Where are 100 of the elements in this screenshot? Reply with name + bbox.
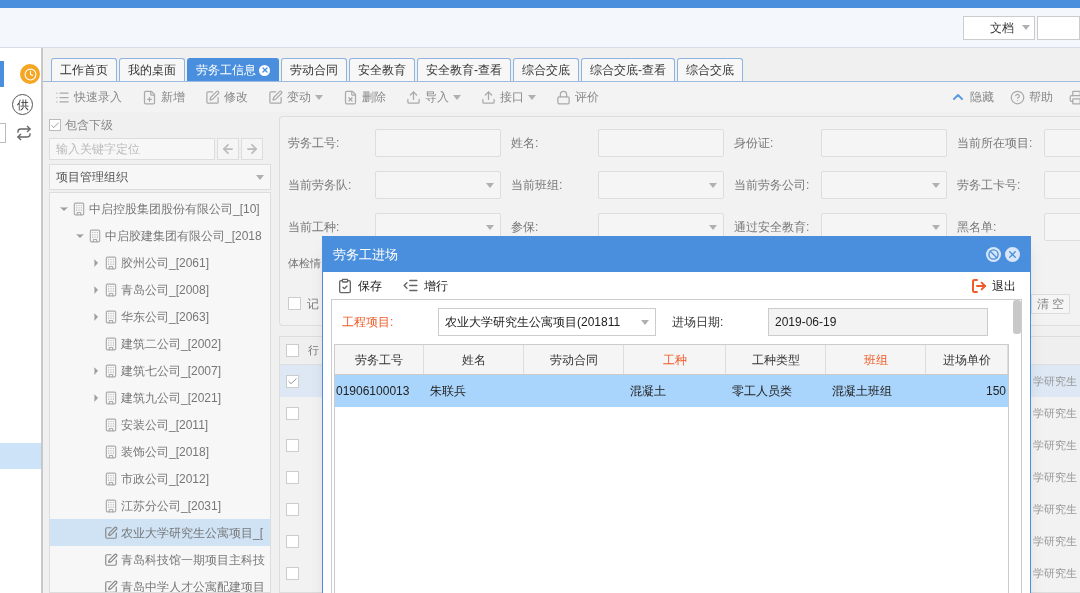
tree-item[interactable]: 建筑七公司_[2007] bbox=[50, 357, 270, 384]
building-icon bbox=[104, 336, 118, 351]
toolbar-button[interactable]: 新增 bbox=[142, 88, 185, 106]
tab[interactable]: 综合交底-查看 bbox=[581, 58, 675, 81]
tree-item[interactable]: 中启胶建集团有限公司_[2018 bbox=[50, 222, 270, 249]
column-header[interactable]: 工种 bbox=[624, 345, 726, 374]
lock-icon bbox=[556, 89, 571, 105]
row-checkbox[interactable] bbox=[286, 438, 299, 452]
caret-icon bbox=[1022, 25, 1030, 30]
input-field[interactable] bbox=[375, 129, 501, 157]
tab[interactable]: 劳动合同 bbox=[281, 58, 347, 81]
field-label: 进场日期: bbox=[672, 314, 725, 331]
field-label: 工程项目: bbox=[342, 314, 395, 331]
rail-field[interactable] bbox=[0, 123, 6, 143]
column-header[interactable]: 姓名 bbox=[424, 345, 524, 374]
tree-item[interactable]: 农业大学研究生公寓项目_[ bbox=[50, 519, 270, 546]
tree-item[interactable]: 建筑二公司_[2002] bbox=[50, 330, 270, 357]
table-cell-text: 01906100013 bbox=[335, 383, 411, 400]
table-row[interactable]: 01906100013 朱联兵 混凝土 零工人员类 混凝土班组 150 bbox=[335, 375, 1008, 407]
tree-item[interactable]: 青岛公司_[2008] bbox=[50, 276, 270, 303]
restore-icon[interactable] bbox=[986, 247, 1001, 263]
date-field[interactable]: 2019-06-19 bbox=[768, 308, 988, 336]
table-cell-text: 学研究生 bbox=[1033, 565, 1077, 581]
exit-button[interactable]: 退出 bbox=[971, 276, 1016, 295]
field-label: 当前所在项目: bbox=[957, 135, 1034, 152]
toolbar-button[interactable]: 接口 bbox=[481, 88, 536, 106]
tab[interactable]: 劳务工信息 bbox=[187, 58, 279, 81]
toolbar-button[interactable]: 隐藏 bbox=[950, 88, 994, 106]
select-field[interactable] bbox=[598, 171, 724, 199]
field-label: 劳务工号: bbox=[288, 135, 341, 152]
toolbar-button[interactable]: 变动 bbox=[268, 88, 323, 106]
tree-item[interactable]: 青岛科技馆一期项目主科技 bbox=[50, 546, 270, 573]
table-cell-text: 学研究生 bbox=[1033, 469, 1077, 485]
column-header[interactable]: 班组 bbox=[826, 345, 926, 374]
clear-button[interactable]: 清 空 bbox=[1030, 293, 1070, 314]
select-field[interactable] bbox=[375, 171, 501, 199]
building-icon bbox=[104, 390, 118, 405]
print-icon[interactable] bbox=[1069, 89, 1080, 105]
row-checkbox[interactable] bbox=[286, 470, 299, 484]
rail-highlight[interactable] bbox=[0, 443, 41, 469]
caret-icon bbox=[256, 174, 264, 180]
tab[interactable]: 安全教育-查看 bbox=[417, 58, 511, 81]
tab[interactable]: 工作首页 bbox=[51, 58, 117, 81]
toolbar-button[interactable]: 快速录入 bbox=[55, 88, 122, 106]
field-label: 参保: bbox=[511, 219, 540, 236]
select-field[interactable] bbox=[821, 171, 947, 199]
toolbar-button[interactable]: 评价 bbox=[556, 88, 599, 106]
close-icon[interactable] bbox=[1005, 247, 1020, 263]
include-sub-checkbox[interactable]: 包含下级 bbox=[49, 114, 271, 136]
tree-item[interactable]: 江苏分公司_[2031] bbox=[50, 492, 270, 519]
field-label: 黑名单: bbox=[957, 219, 998, 236]
toolbar-button[interactable]: 帮助 bbox=[1010, 88, 1053, 106]
tree-item[interactable]: 安装公司_[2011] bbox=[50, 411, 270, 438]
column-header[interactable]: 劳务工号 bbox=[335, 345, 424, 374]
tab[interactable]: 安全教育 bbox=[349, 58, 415, 81]
row-checkbox[interactable] bbox=[286, 534, 299, 548]
building-icon bbox=[104, 444, 118, 459]
building-icon bbox=[104, 471, 118, 486]
column-header[interactable]: 工种类型 bbox=[726, 345, 826, 374]
field-label: 当前班组: bbox=[511, 177, 564, 194]
project-select[interactable]: 农业大学研究生公寓项目(201811 bbox=[438, 308, 656, 336]
table-cell-text: 零工人员类 bbox=[731, 383, 793, 400]
row-checkbox[interactable] bbox=[286, 566, 299, 580]
option-checkbox[interactable]: 记 bbox=[288, 294, 319, 313]
toolbar-button[interactable]: 增行 bbox=[402, 276, 448, 295]
toolbar-button[interactable]: 导入 bbox=[406, 88, 461, 106]
column-header[interactable]: 劳动合同 bbox=[524, 345, 624, 374]
tree-item[interactable]: 青岛中学人才公寓配建项目 bbox=[50, 573, 270, 592]
tree-item[interactable]: 建筑九公司_[2021] bbox=[50, 384, 270, 411]
row-checkbox[interactable] bbox=[286, 406, 299, 420]
tab[interactable]: 我的桌面 bbox=[119, 58, 185, 81]
row-checkbox[interactable] bbox=[286, 502, 299, 516]
next-button[interactable] bbox=[241, 138, 263, 160]
toolbar-button[interactable]: 保存 bbox=[337, 276, 382, 295]
list-icon bbox=[55, 89, 70, 105]
tree-item[interactable]: 胶州公司_[2061] bbox=[50, 249, 270, 276]
select-all-checkbox[interactable] bbox=[286, 344, 299, 357]
scrollbar[interactable] bbox=[1013, 300, 1021, 334]
org-select[interactable]: 项目管理组织 bbox=[49, 164, 271, 190]
upload-icon bbox=[481, 89, 496, 105]
tree-item[interactable]: 装饰公司_[2018] bbox=[50, 438, 270, 465]
tree-item[interactable]: 华东公司_[2063] bbox=[50, 303, 270, 330]
tab[interactable]: 综合交底 bbox=[677, 58, 743, 81]
check-icon bbox=[50, 119, 60, 131]
column-header[interactable]: 进场单价 bbox=[926, 345, 1008, 374]
doc-select[interactable]: 文档 bbox=[963, 15, 1035, 40]
previous-button[interactable] bbox=[217, 138, 239, 160]
tree-item[interactable]: 市政公司_[2012] bbox=[50, 465, 270, 492]
input-field[interactable] bbox=[821, 129, 947, 157]
row-checkbox[interactable] bbox=[286, 374, 299, 388]
toolbar-button[interactable]: 删除 bbox=[343, 88, 386, 106]
close-icon[interactable] bbox=[259, 64, 270, 76]
tab[interactable]: 综合交底 bbox=[513, 58, 579, 81]
swap-icon[interactable] bbox=[16, 125, 32, 141]
clock-icon[interactable] bbox=[20, 64, 40, 84]
upload-icon bbox=[406, 89, 421, 105]
input-field[interactable] bbox=[598, 129, 724, 157]
header-field[interactable] bbox=[1037, 15, 1080, 40]
tree-item[interactable]: 中启控股集团股份有限公司_[10] bbox=[50, 195, 270, 222]
toolbar-button[interactable]: 修改 bbox=[205, 88, 248, 106]
